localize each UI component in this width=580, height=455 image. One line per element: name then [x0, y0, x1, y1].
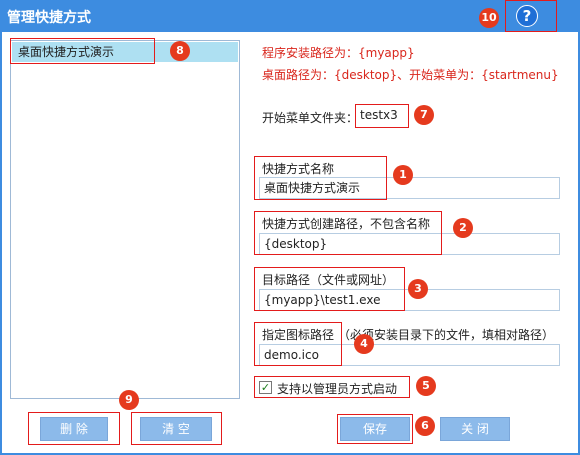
badge-8: 8 — [170, 41, 190, 61]
manage-shortcuts-window: 管理快捷方式 ? 桌面快捷方式演示 程序安装路径为：{myapp} 桌面路径为：… — [0, 0, 580, 455]
create-path-label: 快捷方式创建路径，不包含名称 — [262, 217, 431, 231]
clear-button[interactable]: 清 空 — [140, 417, 212, 441]
admin-checkbox[interactable]: ✓ — [259, 381, 272, 394]
help-icon[interactable]: ? — [516, 5, 538, 27]
icon-path-field[interactable]: demo.ico — [259, 344, 560, 366]
badge-3: 3 — [408, 279, 428, 299]
close-button[interactable]: 关 闭 — [440, 417, 510, 441]
start-menu-folder-value[interactable]: testx3 — [360, 108, 398, 122]
delete-button[interactable]: 删 除 — [40, 417, 108, 441]
save-button[interactable]: 保存 — [340, 417, 410, 441]
badge-4: 4 — [354, 334, 374, 354]
badge-1: 1 — [393, 165, 413, 185]
window-title: 管理快捷方式 — [7, 10, 91, 26]
badge-2: 2 — [453, 218, 473, 238]
desktop-path-info: 桌面路径为：{desktop}、开始菜单为：{startmenu} — [262, 68, 559, 82]
badge-10: 10 — [479, 8, 499, 28]
badge-6: 6 — [415, 416, 435, 436]
start-menu-label: 开始菜单文件夹： — [262, 111, 359, 125]
badge-7: 7 — [414, 105, 434, 125]
badge-9: 9 — [119, 390, 139, 410]
list-item[interactable]: 桌面快捷方式演示 — [12, 42, 238, 62]
shortcut-name-label: 快捷方式名称 — [262, 162, 335, 176]
create-path-field[interactable]: {desktop} — [259, 233, 560, 255]
target-path-label: 目标路径（文件或网址） — [262, 273, 395, 287]
icon-path-label: 指定图标路径 — [262, 328, 335, 342]
badge-5: 5 — [416, 376, 436, 396]
admin-checkbox-label[interactable]: 支持以管理员方式启动 — [277, 380, 397, 397]
install-path-info: 程序安装路径为：{myapp} — [262, 46, 415, 60]
shortcut-list[interactable]: 桌面快捷方式演示 — [10, 40, 240, 399]
